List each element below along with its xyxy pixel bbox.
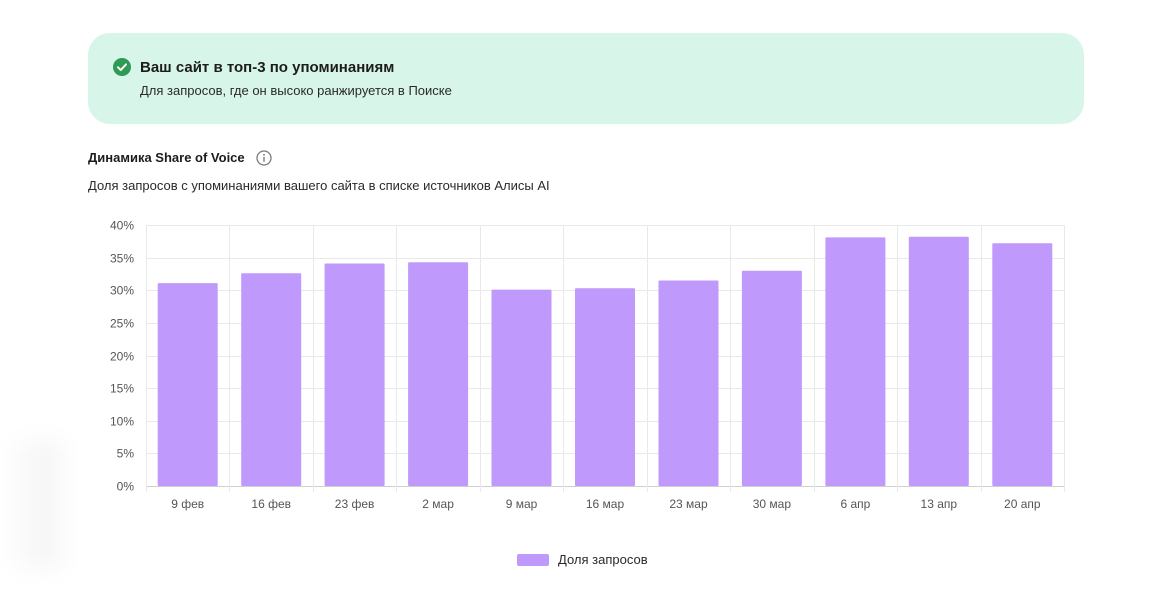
y-tick-label: 40% xyxy=(110,219,134,233)
y-tick-label: 10% xyxy=(110,415,134,429)
bar[interactable] xyxy=(575,288,635,486)
bar[interactable] xyxy=(408,262,469,486)
x-tick-label: 9 фев xyxy=(171,497,204,511)
y-tick-label: 0% xyxy=(117,480,135,494)
share-of-voice-bar-chart: 0% 5% 10% 15% 20% 25% 30% 35% 40% 9 фев 16 фев 23 ф… xyxy=(110,219,1065,511)
x-tick-label: 16 мар xyxy=(586,497,625,511)
chart-legend[interactable]: Доля запросов xyxy=(517,552,648,567)
x-tick-label: 30 мар xyxy=(753,497,792,511)
x-tick-label: 16 фев xyxy=(251,497,291,511)
legend-label: Доля запросов xyxy=(558,552,648,567)
y-tick-label: 30% xyxy=(110,284,134,298)
y-tick-label: 20% xyxy=(110,350,134,364)
y-tick-label: 15% xyxy=(110,382,134,396)
y-tick-label: 5% xyxy=(117,447,135,461)
x-tick-label: 23 мар xyxy=(669,497,708,511)
y-tick-label: 25% xyxy=(110,317,134,331)
bar[interactable] xyxy=(741,270,802,486)
x-tick-label: 2 мар xyxy=(422,497,454,511)
x-tick-label: 6 апр xyxy=(840,497,870,511)
x-tick-label: 13 апр xyxy=(921,497,958,511)
bar[interactable] xyxy=(491,289,552,486)
bar[interactable] xyxy=(324,263,385,487)
bar[interactable] xyxy=(908,236,969,486)
bar[interactable] xyxy=(658,280,719,487)
x-tick-label: 20 апр xyxy=(1004,497,1041,511)
x-tick-label: 23 фев xyxy=(335,497,375,511)
legend-swatch xyxy=(517,553,549,566)
x-tick-label: 9 мар xyxy=(506,497,538,511)
bar[interactable] xyxy=(992,243,1053,486)
y-tick-label: 35% xyxy=(110,252,134,266)
bar[interactable] xyxy=(157,283,218,486)
bar[interactable] xyxy=(825,237,886,486)
bar[interactable] xyxy=(241,273,302,486)
chart-bars xyxy=(157,236,1053,487)
